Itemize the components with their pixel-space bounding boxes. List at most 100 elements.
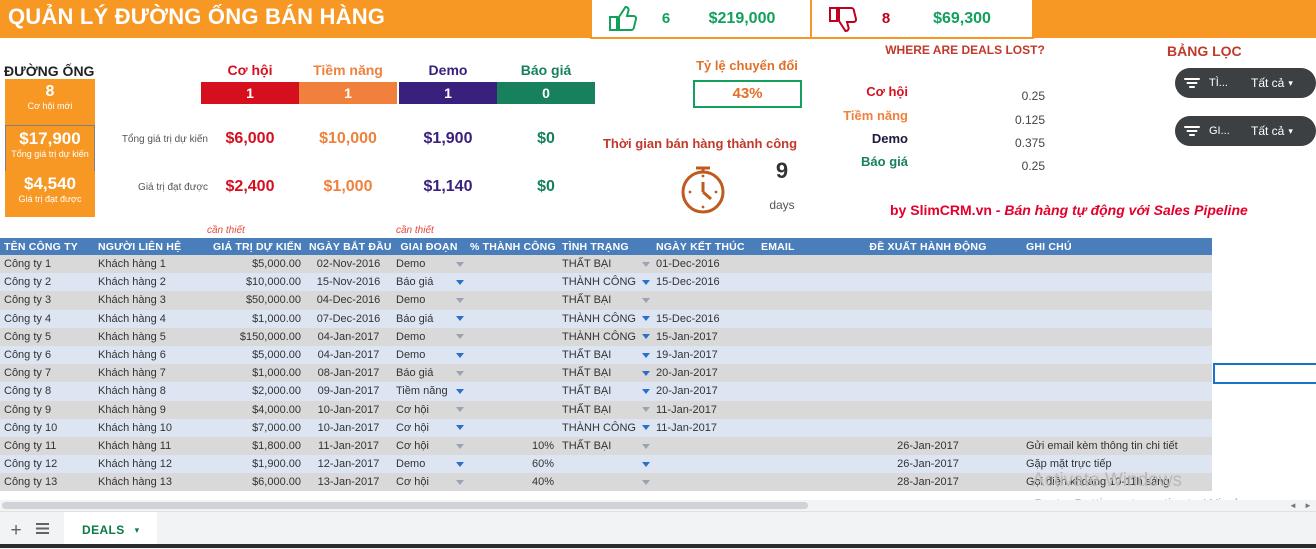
deal-start-date[interactable]: 10-Jan-2017	[305, 418, 392, 437]
deal-contact[interactable]: Khách hàng 9	[94, 400, 209, 419]
status-dropdown-caret-icon[interactable]	[640, 273, 652, 292]
deal-success-pct[interactable]	[466, 418, 558, 437]
deal-stage[interactable]: Tiềm năng	[392, 382, 454, 401]
deal-end-date[interactable]	[652, 473, 757, 492]
deal-expected-value[interactable]: $1,000.00	[209, 309, 305, 328]
deal-suggested-action[interactable]	[834, 309, 1022, 328]
stage-dropdown-caret-icon[interactable]	[454, 273, 466, 292]
table-row[interactable]: Công ty 2 Khách hàng 2 $10,000.00 15-Nov-20…	[0, 273, 1212, 292]
deal-company[interactable]: Công ty 13	[0, 473, 94, 492]
deal-end-date[interactable]	[652, 291, 757, 310]
deal-success-pct[interactable]	[466, 273, 558, 292]
deal-note[interactable]	[1022, 400, 1212, 419]
deal-expected-value[interactable]: $6,000.00	[209, 473, 305, 492]
deal-note[interactable]	[1022, 418, 1212, 437]
deal-start-date[interactable]: 08-Jan-2017	[305, 364, 392, 383]
deal-end-date[interactable]	[652, 455, 757, 474]
deal-note[interactable]	[1022, 327, 1212, 346]
deal-stage[interactable]: Demo	[392, 291, 454, 310]
hamburger-icon[interactable]	[30, 519, 54, 543]
stage-dropdown-caret-icon[interactable]	[454, 418, 466, 437]
deal-end-date[interactable]: 11-Jan-2017	[652, 400, 757, 419]
deal-email[interactable]	[757, 382, 834, 401]
deal-expected-value[interactable]: $50,000.00	[209, 291, 305, 310]
table-row[interactable]: Công ty 12 Khách hàng 12 $1,900.00 12-Jan-2…	[0, 455, 1212, 474]
deal-success-pct[interactable]	[466, 309, 558, 328]
deal-start-date[interactable]: 04-Jan-2017	[305, 327, 392, 346]
deal-start-date[interactable]: 09-Jan-2017	[305, 382, 392, 401]
deal-success-pct[interactable]	[466, 327, 558, 346]
deal-success-pct[interactable]	[466, 382, 558, 401]
deal-contact[interactable]: Khách hàng 13	[94, 473, 209, 492]
col-end-date[interactable]: NGÀY KẾT THÚC	[652, 238, 757, 255]
deal-note[interactable]	[1022, 273, 1212, 292]
deal-end-date[interactable]: 15-Dec-2016	[652, 309, 757, 328]
deal-expected-value[interactable]: $150,000.00	[209, 327, 305, 346]
col-success-pct[interactable]: % THÀNH CÔNG	[466, 238, 558, 255]
deal-end-date[interactable]	[652, 436, 757, 456]
deal-end-date[interactable]: 01-Dec-2016	[652, 255, 757, 274]
deal-suggested-action[interactable]	[834, 291, 1022, 310]
table-row[interactable]: Công ty 6 Khách hàng 6 $5,000.00 04-Jan-201…	[0, 345, 1212, 365]
deal-company[interactable]: Công ty 6	[0, 345, 94, 365]
deal-status[interactable]: THẤT BẠI	[558, 400, 640, 419]
filter-control-1[interactable]: TÌ... Tất cả ▾	[1175, 68, 1316, 98]
deal-stage[interactable]: Demo	[392, 345, 454, 365]
deal-email[interactable]	[757, 400, 834, 419]
deal-success-pct[interactable]	[466, 364, 558, 383]
col-status[interactable]: TÌNH TRẠNG	[558, 238, 652, 255]
deal-expected-value[interactable]: $7,000.00	[209, 418, 305, 437]
stage-dropdown-caret-icon[interactable]	[454, 327, 466, 346]
deal-success-pct[interactable]: 60%	[466, 455, 558, 474]
deal-expected-value[interactable]: $1,900.00	[209, 455, 305, 474]
deal-end-date[interactable]: 20-Jan-2017	[652, 364, 757, 383]
status-dropdown-caret-icon[interactable]	[640, 418, 652, 437]
deal-expected-value[interactable]: $2,000.00	[209, 382, 305, 401]
deal-company[interactable]: Công ty 11	[0, 436, 94, 456]
deal-expected-value[interactable]: $1,800.00	[209, 436, 305, 456]
deal-status[interactable]: THẤT BẠI	[558, 436, 640, 456]
deal-note[interactable]	[1022, 382, 1212, 401]
deal-contact[interactable]: Khách hàng 6	[94, 345, 209, 365]
deal-suggested-action[interactable]	[834, 382, 1022, 401]
scroll-left-arrow[interactable]: ◄	[1286, 500, 1300, 511]
status-dropdown-caret-icon[interactable]	[640, 345, 652, 365]
deal-suggested-action[interactable]	[834, 273, 1022, 292]
deal-note[interactable]	[1022, 345, 1212, 365]
table-row[interactable]: Công ty 3 Khách hàng 3 $50,000.00 04-Dec-20…	[0, 291, 1212, 310]
col-note[interactable]: GHI CHÚ	[1022, 238, 1212, 255]
deal-note[interactable]	[1022, 255, 1212, 274]
col-stage[interactable]: GIAI ĐOẠN	[392, 238, 466, 255]
deal-start-date[interactable]: 10-Jan-2017	[305, 400, 392, 419]
deal-status[interactable]: THẤT BẠI	[558, 382, 640, 401]
deal-status[interactable]: THẤT BẠI	[558, 364, 640, 383]
deal-start-date[interactable]: 02-Nov-2016	[305, 255, 392, 274]
stage-dropdown-caret-icon[interactable]	[454, 455, 466, 474]
status-dropdown-caret-icon[interactable]	[640, 364, 652, 383]
status-dropdown-caret-icon[interactable]	[640, 436, 652, 456]
deal-success-pct[interactable]: 40%	[466, 473, 558, 492]
deal-suggested-action[interactable]	[834, 345, 1022, 365]
deal-suggested-action[interactable]: 26-Jan-2017	[834, 455, 1022, 474]
deal-company[interactable]: Công ty 4	[0, 309, 94, 328]
deal-stage[interactable]: Báo giá	[392, 273, 454, 292]
deal-contact[interactable]: Khách hàng 12	[94, 455, 209, 474]
deal-success-pct[interactable]	[466, 291, 558, 310]
status-dropdown-caret-icon[interactable]	[640, 309, 652, 328]
deal-company[interactable]: Công ty 7	[0, 364, 94, 383]
deal-suggested-action[interactable]: 26-Jan-2017	[834, 436, 1022, 456]
deal-company[interactable]: Công ty 9	[0, 400, 94, 419]
deal-email[interactable]	[757, 473, 834, 492]
stage-dropdown-caret-icon[interactable]	[454, 400, 466, 419]
deal-company[interactable]: Công ty 3	[0, 291, 94, 310]
table-row[interactable]: Công ty 11 Khách hàng 11 $1,800.00 11-Jan-2…	[0, 436, 1212, 456]
selected-cell[interactable]	[1213, 363, 1316, 384]
deal-contact[interactable]: Khách hàng 11	[94, 436, 209, 456]
deal-success-pct[interactable]	[466, 400, 558, 419]
scroll-right-arrow[interactable]: ►	[1301, 500, 1315, 511]
deal-end-date[interactable]: 19-Jan-2017	[652, 345, 757, 365]
deal-status[interactable]: THẤT BẠI	[558, 345, 640, 365]
stage-dropdown-caret-icon[interactable]	[454, 436, 466, 456]
deal-suggested-action[interactable]: 28-Jan-2017	[834, 473, 1022, 492]
deal-email[interactable]	[757, 309, 834, 328]
